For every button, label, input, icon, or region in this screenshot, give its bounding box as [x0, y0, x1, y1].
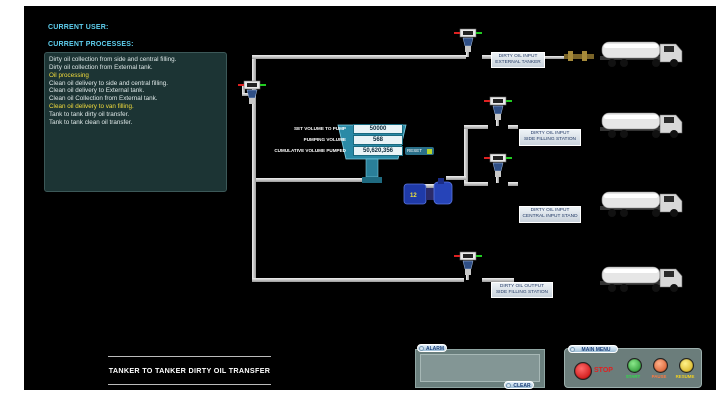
valve-external-tanker[interactable]: [454, 26, 482, 54]
valve-main-inlet[interactable]: [238, 78, 266, 106]
process-list-item[interactable]: Tank to tank dirty oil transfer.: [49, 111, 176, 119]
pumping-volume-value: 568: [353, 135, 403, 145]
scada-screen: CURRENT USER: CURRENT PROCESSES: Dirty o…: [24, 6, 716, 390]
pumping-volume-label: PUMPING VOLUME: [303, 137, 346, 142]
hose-coupling-icon: [564, 51, 594, 61]
reset-indicator-icon: [427, 148, 432, 154]
pause-label: PAUSE: [651, 374, 667, 379]
set-volume-label: SET VOLUME TO PUMP: [294, 126, 346, 131]
process-list-item[interactable]: Clean oil delivery to van filling.: [49, 103, 176, 111]
label-external-tanker: DIRTY OIL INPUT EXTERNAL TANKER: [491, 52, 545, 68]
start-button[interactable]: [627, 358, 642, 373]
valve-side-filling[interactable]: [484, 94, 512, 122]
resume-button[interactable]: [679, 358, 694, 373]
alarm-display: [420, 354, 540, 382]
clear-dot-icon: [506, 383, 511, 388]
label-side-filling: DIRTY OIL INPUT SIDE FILLING STATION: [519, 129, 581, 146]
tanker-truck-icon: [600, 112, 683, 138]
tanker-truck-icon: [600, 41, 683, 67]
stop-icon[interactable]: [574, 362, 592, 380]
alarm-button[interactable]: ALARM: [417, 344, 447, 352]
process-list-item[interactable]: Oil processing: [49, 72, 176, 80]
label-output-side: DIRTY OIL OUTPUT SIDE FILLING STATION: [491, 282, 553, 298]
cumulative-volume-label: CUMULATIVE VOLUME PUMPED: [274, 148, 346, 153]
valve-output-side[interactable]: [454, 249, 482, 277]
main-menu-dot-icon: [570, 347, 575, 352]
process-list-panel: Dirty oil collection from side and centr…: [44, 52, 227, 192]
tanker-truck-icon: [600, 266, 683, 292]
process-list-item[interactable]: Tank to tank clean oil transfer.: [49, 119, 176, 127]
main-menu-button[interactable]: MAIN MENU: [568, 345, 618, 353]
tanker-truck-icon: [600, 191, 683, 217]
cumulative-volume-value: 50,620,356: [353, 146, 403, 156]
process-list: Dirty oil collection from side and centr…: [49, 56, 176, 127]
current-processes-label: CURRENT PROCESSES:: [48, 41, 134, 48]
process-list-item[interactable]: Dirty oil collection from External tank.: [49, 64, 176, 72]
process-list-item[interactable]: Dirty oil collection from side and centr…: [49, 56, 176, 64]
alarm-dot-icon: [419, 346, 424, 351]
process-list-item[interactable]: Clean oil delivery to side and central f…: [49, 80, 176, 88]
label-central-stand: DIRTY OIL INPUT CENTRAL INPUT STAND: [519, 206, 581, 223]
resume-label: RESUME: [675, 374, 695, 379]
process-list-item[interactable]: Clean oil Collection from External tank.: [49, 95, 176, 103]
reset-button[interactable]: RESET: [405, 147, 434, 155]
pump-motor-icon[interactable]: [400, 178, 456, 208]
pause-button[interactable]: [653, 358, 668, 373]
start-label: START: [625, 374, 641, 379]
page-title: TANKER TO TANKER DIRTY OIL TRANSFER: [108, 356, 271, 385]
current-user-label: CURRENT USER:: [48, 24, 109, 31]
clear-alarm-button[interactable]: CLEAR: [504, 381, 534, 389]
set-volume-field[interactable]: 50000: [353, 124, 403, 134]
valve-central-stand[interactable]: [484, 151, 512, 179]
motor-number: 12: [410, 193, 417, 199]
process-list-item[interactable]: Clean oil delivery to External tank.: [49, 87, 176, 95]
